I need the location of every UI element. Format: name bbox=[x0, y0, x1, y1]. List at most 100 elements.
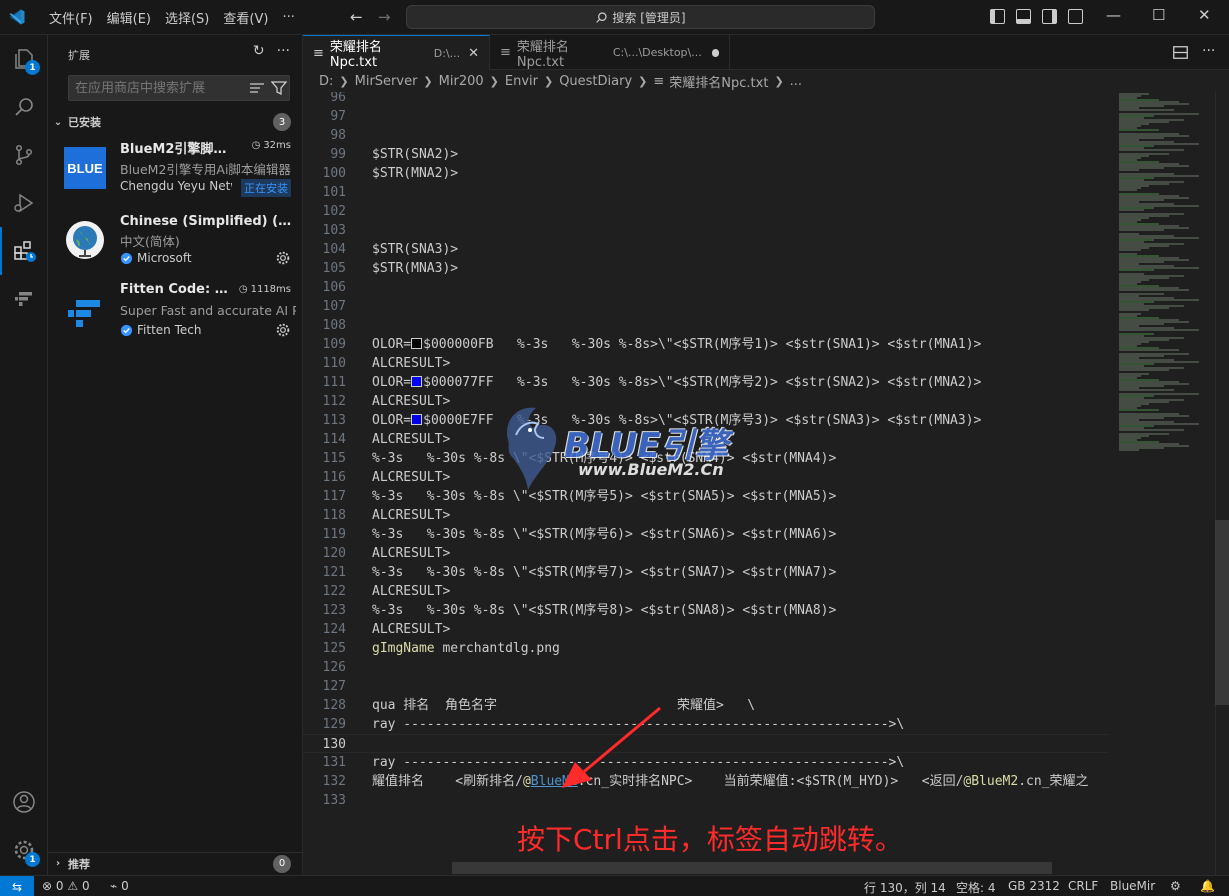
breadcrumb-item[interactable]: Mir200 bbox=[439, 74, 484, 89]
split-editor-icon[interactable] bbox=[1173, 46, 1188, 59]
breadcrumb-item[interactable]: D: bbox=[319, 74, 333, 89]
code-line[interactable]: 109 OLOR= $000000FB %-3s %-30s %-8s>\"<$ST… bbox=[303, 335, 1109, 354]
settings-sync-icon[interactable]: ⚙ bbox=[1170, 879, 1181, 893]
close-tab-icon[interactable]: ✕ bbox=[468, 46, 479, 61]
notifications-bell-icon[interactable]: 🔔 bbox=[1200, 879, 1215, 893]
code-line[interactable]: 130 bbox=[303, 734, 1109, 753]
editor-more-actions-icon[interactable]: ··· bbox=[1202, 43, 1215, 59]
breadcrumb-item[interactable]: MirServer bbox=[355, 74, 418, 89]
code-line[interactable]: 127 bbox=[303, 677, 1109, 696]
accounts-icon[interactable] bbox=[0, 778, 48, 826]
forward-arrow-icon[interactable]: → bbox=[378, 8, 391, 26]
manage-gear-icon[interactable]: 1 bbox=[0, 826, 48, 874]
manage-gear-icon[interactable] bbox=[275, 322, 291, 338]
color-swatch[interactable] bbox=[411, 338, 423, 349]
code-line[interactable]: 104 $STR(SNA3)> bbox=[303, 240, 1109, 259]
close-window-icon[interactable]: ✕ bbox=[1198, 6, 1211, 24]
horizontal-scroll-thumb[interactable] bbox=[452, 862, 1052, 874]
extension-item-chinese[interactable]: Chinese (Simplified) (简体中文) 中文(简体) Micro… bbox=[48, 207, 303, 279]
code-token: gImgName bbox=[372, 641, 435, 656]
ports-status[interactable]: ⌁ 0 bbox=[110, 879, 129, 893]
installed-section-header[interactable]: ⌄ 已安装 3 bbox=[48, 111, 303, 133]
tab-active-file[interactable]: ≡ 荣耀排名Npc.txt D:\... ✕ bbox=[303, 35, 490, 70]
color-swatch[interactable] bbox=[411, 414, 423, 425]
clear-filter-icon[interactable] bbox=[249, 81, 265, 95]
vertical-scrollbar[interactable] bbox=[1215, 92, 1229, 875]
code-line[interactable]: 98 bbox=[303, 126, 1109, 145]
breadcrumb-item[interactable]: ... bbox=[790, 74, 802, 89]
menu-selection[interactable]: 选择(S) bbox=[158, 8, 216, 27]
extension-item-fitten[interactable]: Fitten Code: Faster and Better AI Assist… bbox=[48, 279, 303, 351]
extension-item-bluem2[interactable]: BLUE BlueM2引擎脚本编辑器 ◷32ms BlueM2引擎专用Ai脚本编… bbox=[48, 135, 303, 207]
breadcrumb-item[interactable]: Envir bbox=[505, 74, 538, 89]
menu-edit[interactable]: 编辑(E) bbox=[100, 8, 158, 27]
line-number: 117 bbox=[322, 489, 346, 504]
tab-label: 荣耀排名Npc.txt bbox=[516, 39, 569, 70]
breadcrumb-item[interactable]: 荣耀排名Npc.txt bbox=[669, 72, 768, 91]
vertical-scroll-thumb[interactable] bbox=[1215, 520, 1229, 705]
language-mode[interactable]: BlueMir bbox=[1110, 879, 1155, 893]
fitten-code-icon[interactable] bbox=[0, 275, 48, 323]
code-line[interactable]: 124 ALCRESULT> bbox=[303, 620, 1109, 639]
filter-icon[interactable] bbox=[271, 81, 287, 95]
code-token: ALCRESULT> bbox=[372, 546, 451, 561]
back-arrow-icon[interactable]: ← bbox=[350, 8, 363, 26]
code-line[interactable]: 132 耀值排名 <刷新排名/@BlueM2.cn_实时排名NPC> 当前荣耀值:… bbox=[303, 772, 1109, 791]
minimize-icon[interactable]: — bbox=[1106, 6, 1121, 24]
minimap[interactable] bbox=[1109, 92, 1215, 862]
encoding-status[interactable]: GB 2312 bbox=[1008, 879, 1060, 893]
search-view-icon[interactable] bbox=[0, 83, 48, 131]
code-line[interactable]: 102 bbox=[303, 202, 1109, 221]
code-line[interactable]: 100 $STR(MNA2)> bbox=[303, 164, 1109, 183]
customize-layout-icon[interactable] bbox=[1068, 9, 1083, 24]
code-line[interactable]: 131 ray ---------------------------------… bbox=[303, 753, 1109, 772]
code-line[interactable]: 126 bbox=[303, 658, 1109, 677]
code-line[interactable]: 105 $STR(MNA3)> bbox=[303, 259, 1109, 278]
problems-status[interactable]: ⊗ 0 ⚠ 0 bbox=[42, 879, 90, 893]
code-line[interactable]: 106 bbox=[303, 278, 1109, 297]
code-line[interactable]: 129 ray ---------------------------------… bbox=[303, 715, 1109, 734]
code-line[interactable]: 123 %-3s %-30s %-8s \"<$STR(M序号8)> <$str(… bbox=[303, 601, 1109, 620]
tab-desktop-file[interactable]: ≡ 荣耀排名Npc.txt C:\...\Desktop\... bbox=[490, 35, 730, 70]
menu-view[interactable]: 查看(V) bbox=[216, 8, 275, 27]
source-control-icon[interactable] bbox=[0, 131, 48, 179]
code-line[interactable]: 122 ALCRESULT> bbox=[303, 582, 1109, 601]
unsaved-dot-icon[interactable] bbox=[711, 48, 719, 57]
code-line[interactable]: 96 bbox=[303, 92, 1109, 107]
code-line[interactable]: 111 OLOR= $000077FF %-3s %-30s %-8s>\"<$ST… bbox=[303, 373, 1109, 392]
toggle-primary-sidebar-icon[interactable] bbox=[990, 9, 1005, 24]
cursor-position[interactable]: 行 130，列 14 bbox=[864, 879, 946, 896]
run-debug-icon[interactable] bbox=[0, 179, 48, 227]
code-line[interactable]: 133 bbox=[303, 791, 1109, 810]
code-line[interactable]: 110 ALCRESULT> bbox=[303, 354, 1109, 373]
breadcrumb-item[interactable]: QuestDiary bbox=[559, 74, 632, 89]
code-line[interactable]: 103 bbox=[303, 221, 1109, 240]
code-line[interactable]: 97 bbox=[303, 107, 1109, 126]
code-line[interactable]: 128 qua 排名 角色名字 荣耀值> \ bbox=[303, 696, 1109, 715]
toggle-panel-icon[interactable] bbox=[1016, 9, 1031, 24]
code-line[interactable]: 107 bbox=[303, 297, 1109, 316]
menu-more[interactable]: ··· bbox=[275, 10, 301, 25]
color-swatch[interactable] bbox=[411, 376, 423, 387]
code-line[interactable]: 99 $STR(SNA2)> bbox=[303, 145, 1109, 164]
code-line[interactable]: 119 %-3s %-30s %-8s \"<$STR(M序号6)> <$str(… bbox=[303, 525, 1109, 544]
recommended-section-header[interactable]: › 推荐 0 bbox=[48, 852, 303, 874]
refresh-icon[interactable]: ↻ bbox=[253, 43, 265, 59]
more-actions-icon[interactable]: ··· bbox=[277, 43, 290, 59]
menu-file[interactable]: 文件(F) bbox=[42, 8, 100, 27]
toggle-secondary-sidebar-icon[interactable] bbox=[1042, 9, 1057, 24]
code-line[interactable]: 120 ALCRESULT> bbox=[303, 544, 1109, 563]
code-line[interactable]: 121 %-3s %-30s %-8s \"<$STR(M序号7)> <$str(… bbox=[303, 563, 1109, 582]
command-search-box[interactable]: 搜索 [管理员] bbox=[406, 5, 875, 29]
code-line[interactable]: 108 bbox=[303, 316, 1109, 335]
code-line[interactable]: 118 ALCRESULT> bbox=[303, 506, 1109, 525]
eol-status[interactable]: CRLF bbox=[1068, 879, 1098, 893]
extensions-icon[interactable] bbox=[0, 227, 48, 275]
code-line[interactable]: 101 bbox=[303, 183, 1109, 202]
code-line[interactable]: 125 gImgName merchantdlg.png bbox=[303, 639, 1109, 658]
maximize-icon[interactable]: ☐ bbox=[1152, 6, 1165, 24]
manage-gear-icon[interactable] bbox=[275, 250, 291, 266]
indentation-status[interactable]: 空格: 4 bbox=[956, 879, 996, 896]
remote-indicator-icon[interactable]: ⇆ bbox=[0, 876, 34, 896]
explorer-icon[interactable]: 1 bbox=[0, 35, 48, 83]
